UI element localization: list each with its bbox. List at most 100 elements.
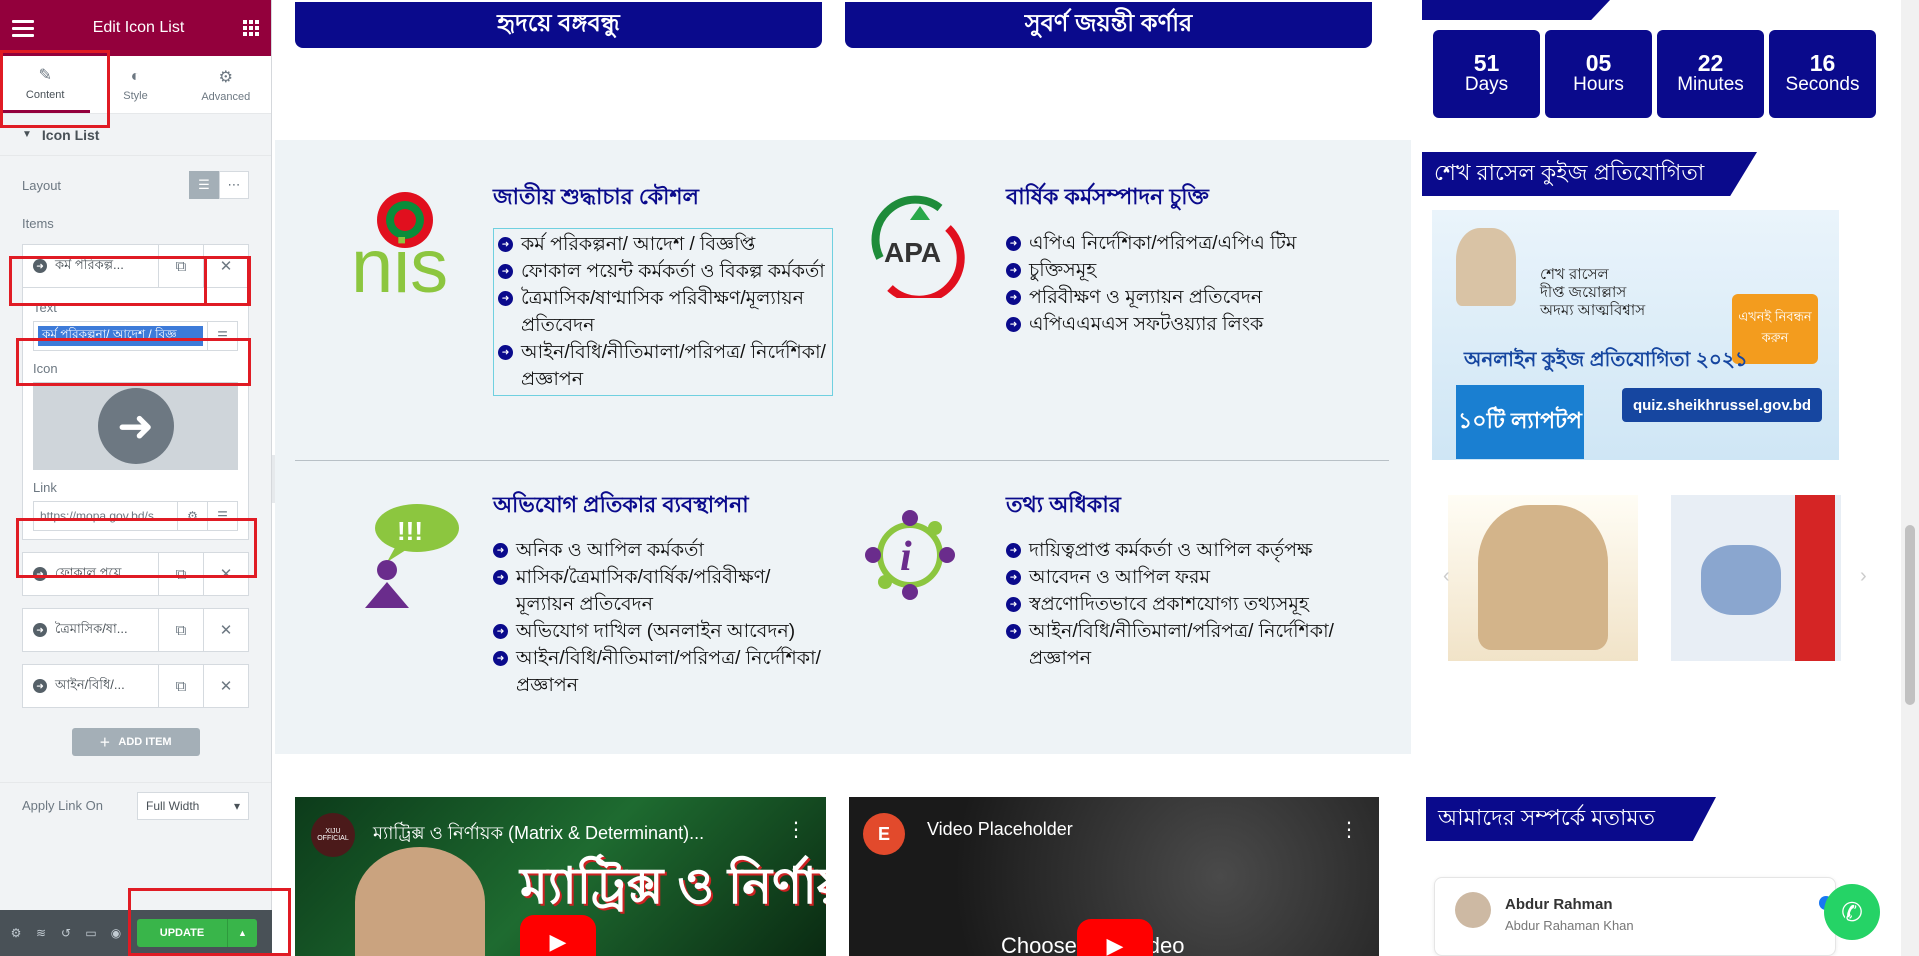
arrow-circle-icon: ➜ [33,259,47,273]
more-vertical-icon[interactable]: ⋮ [786,817,806,842]
apply-link-select[interactable]: Full Width ▾ [137,791,249,820]
channel-avatar[interactable]: XIJU OFFICIAL [311,813,355,857]
update-button[interactable]: UPDATE [137,919,227,947]
tab-advanced[interactable]: ⚙ Advanced [181,56,271,113]
list-item[interactable]: ➜ কর্ম পরিকল্পনা/ আদেশ / বিজ্ঞপ্তি [498,231,828,258]
list-item[interactable]: ➜ পরিবীক্ষণ ও মূল্যায়ন প্রতিবেদন [1006,284,1366,311]
update-options-caret-icon[interactable]: ▲ [227,919,257,947]
list-item[interactable]: ➜ মাসিক/ত্রৈমাসিক/বার্ষিক/পরিবীক্ষণ/ মূল্… [493,564,833,618]
remove-item-icon[interactable]: ✕ [203,609,248,651]
dynamic-tags-icon[interactable]: ☰ [207,322,237,350]
items-control: Items [0,210,271,236]
settings-icon[interactable]: ⚙ [8,926,24,940]
whatsapp-icon[interactable]: ✆ [1824,884,1880,940]
video-title[interactable]: Video Placeholder [927,819,1073,840]
video-embed-placeholder[interactable]: E Video Placeholder ⋮ Choose your video … [849,797,1379,956]
list-item[interactable]: ➜ এপিএএমএস সফটওয়্যার লিংক [1006,311,1366,338]
play-icon[interactable]: ▶ [1077,919,1153,956]
carousel-prev-icon[interactable]: ‹ [1443,565,1450,588]
navigator-layers-icon[interactable]: ≋ [33,926,49,940]
list-item[interactable]: ➜ ত্রৈমাসিক/ষাণ্মাসিক পরিবীক্ষণ/মূল্যায়ন… [498,285,828,339]
item-label: ফোকাল পয়ে... [55,564,133,580]
update-group: UPDATE ▲ [137,919,257,947]
repeater-item-fields: Text কর্ম পরিকল্পনা/ আদেশ / বিজ্ঞ ☰ Icon… [22,288,249,540]
remove-item-icon[interactable]: ✕ [203,553,248,595]
feedback-heading: আমাদের সম্পর্কে মতামত [1426,797,1716,841]
list-item-text: আইন/বিধি/নীতিমালা/পরিপত্র/ নির্দেশিকা/প্… [521,342,826,390]
text-field[interactable]: কর্ম পরিকল্পনা/ আদেশ / বিজ্ঞ ☰ [33,321,238,351]
text-input[interactable]: কর্ম পরিকল্পনা/ আদেশ / বিজ্ঞ [38,326,203,346]
presenter-image [355,847,485,956]
list-item[interactable]: ➜ অভিযোগ দাখিল (অনলাইন আবেদন) [493,618,833,645]
duplicate-icon[interactable]: ⧉ [158,553,203,595]
video-title[interactable]: ম্যাট্রিক্স ও নির্ণায়ক (Matrix & Determ… [373,819,704,850]
duplicate-icon[interactable]: ⧉ [158,609,203,651]
repeater-item: ➜ কর্ম পরিকল্প... ⧉ ✕ [22,244,249,288]
item-label: কর্ম পরিকল্প... [55,256,124,272]
book-cover-1[interactable] [1448,495,1638,661]
carousel-next-icon[interactable]: › [1860,565,1867,588]
list-item-text: পরিবীক্ষণ ও মূল্যায়ন প্রতিবেদন [1029,287,1263,308]
countdown-seconds: 16 Seconds [1769,30,1876,118]
list-item-text: আবেদন ও আপিল ফরম [1029,567,1211,588]
repeater-item-title[interactable]: ➜ কর্ম পরিকল্প... [23,256,158,277]
menu-icon[interactable] [12,19,34,37]
list-item[interactable]: ➜ এপিএ নির্দেশিকা/পরিপত্র/এপিএ টিম [1006,230,1366,257]
nis-logo-text: nis [351,224,448,298]
editor-tabs: ✎ Content ◐ Style ⚙ Advanced [0,56,271,114]
quiz-banner[interactable]: শেখ রাসেল দীপ্ত জয়োল্লাস অদম্য আত্মবিশ্… [1432,210,1839,460]
repeater-item-title[interactable]: ➜ আইন/বিধি/... [23,676,158,697]
list-item[interactable]: ➜ আবেদন ও আপিল ফরম [1006,564,1366,591]
link-settings-icon[interactable]: ⚙ [177,502,207,530]
arrow-circle-icon: ➜ [498,291,513,306]
widgets-grid-icon[interactable] [243,20,259,36]
countdown-unit: Minutes [1677,74,1744,95]
remove-item-icon[interactable]: ✕ [203,245,248,287]
layout-list-icon[interactable]: ☰ [189,171,219,199]
duplicate-icon[interactable]: ⧉ [158,245,203,287]
list-item[interactable]: ➜ আইন/বিধি/নীতিমালা/পরিপত্র/ নির্দেশিকা/প… [493,645,833,699]
section-label: Icon List [41,126,100,143]
link-input[interactable]: https://mopa.gov.bd/s [34,502,177,530]
layout-inline-icon[interactable]: ⋯ [219,171,249,199]
testimonial-name: Abdur Rahman [1505,896,1613,913]
remove-item-icon[interactable]: ✕ [203,665,248,707]
scrollbar-thumb[interactable] [1905,525,1915,705]
editor-header: Edit Icon List [0,0,271,56]
quiz-url[interactable]: quiz.sheikhrussel.gov.bd [1622,388,1822,422]
add-item-button[interactable]: ＋ ADD ITEM [71,728,200,756]
tab-content[interactable]: ✎ Content [0,56,91,113]
preview-eye-icon[interactable]: ◉ [108,926,124,940]
list-item[interactable]: ➜ স্বপ্রণোদিতভাবে প্রকাশযোগ্য তথ্যসমূহ [1006,591,1366,618]
duplicate-icon[interactable]: ⧉ [158,665,203,707]
book-cover-2[interactable] [1671,495,1841,661]
link-field[interactable]: https://mopa.gov.bd/s ⚙ ☰ [33,501,238,531]
list-item[interactable]: ➜ ফোকাল পয়েন্ট কর্মকর্তা ও বিকল্প কর্মকর… [498,258,828,285]
icon-picker[interactable]: ➜ [33,382,238,470]
portrait-image [1478,505,1608,650]
list-item[interactable]: ➜ দায়িত্বপ্রাপ্ত কর্মকর্তা ও আপিল কর্তৃপ… [1006,537,1366,564]
section-icon-list[interactable]: ▼ Icon List [0,114,271,156]
link-label: Link [33,480,57,495]
list-item[interactable]: ➜ চুক্তিসমূহ [1006,257,1366,284]
pencil-icon: ✎ [38,67,52,84]
arrow-circle-icon: ➜ [1006,597,1021,612]
play-icon[interactable]: ▶ [520,915,596,956]
top-button-suborno[interactable]: সুবর্ণ জয়ন্তী কর্ণার [845,2,1372,48]
page-scrollbar[interactable] [1901,0,1919,956]
list-item[interactable]: ➜ আইন/বিধি/নীতিমালা/পরিপত্র/ নির্দেশিকা/প… [1006,618,1366,672]
repeater-item-title[interactable]: ➜ ত্রৈমাসিক/ষা... [23,620,158,641]
rti-logo: i [855,500,965,610]
video-embed-matrix[interactable]: XIJU OFFICIAL ম্যাট্রিক্স ও নির্ণায়ক (M… [295,797,826,956]
items-label: Items [22,215,54,231]
item-label: ত্রৈমাসিক/ষা... [55,620,128,636]
tab-style[interactable]: ◐ Style [90,56,180,113]
more-vertical-icon[interactable]: ⋮ [1339,817,1359,842]
top-button-hridoye[interactable]: হৃদয়ে বঙ্গবন্ধু [295,2,822,48]
history-icon[interactable]: ↺ [58,926,74,940]
dynamic-tags-icon[interactable]: ☰ [207,502,237,530]
responsive-mode-icon[interactable]: ▭ [83,926,99,940]
list-item[interactable]: ➜ অনিক ও আপিল কর্মকর্তা [493,537,833,564]
repeater-item-title[interactable]: ➜ ফোকাল পয়ে... [23,564,158,585]
list-item[interactable]: ➜ আইন/বিধি/নীতিমালা/পরিপত্র/ নির্দেশিকা/প… [498,339,828,393]
